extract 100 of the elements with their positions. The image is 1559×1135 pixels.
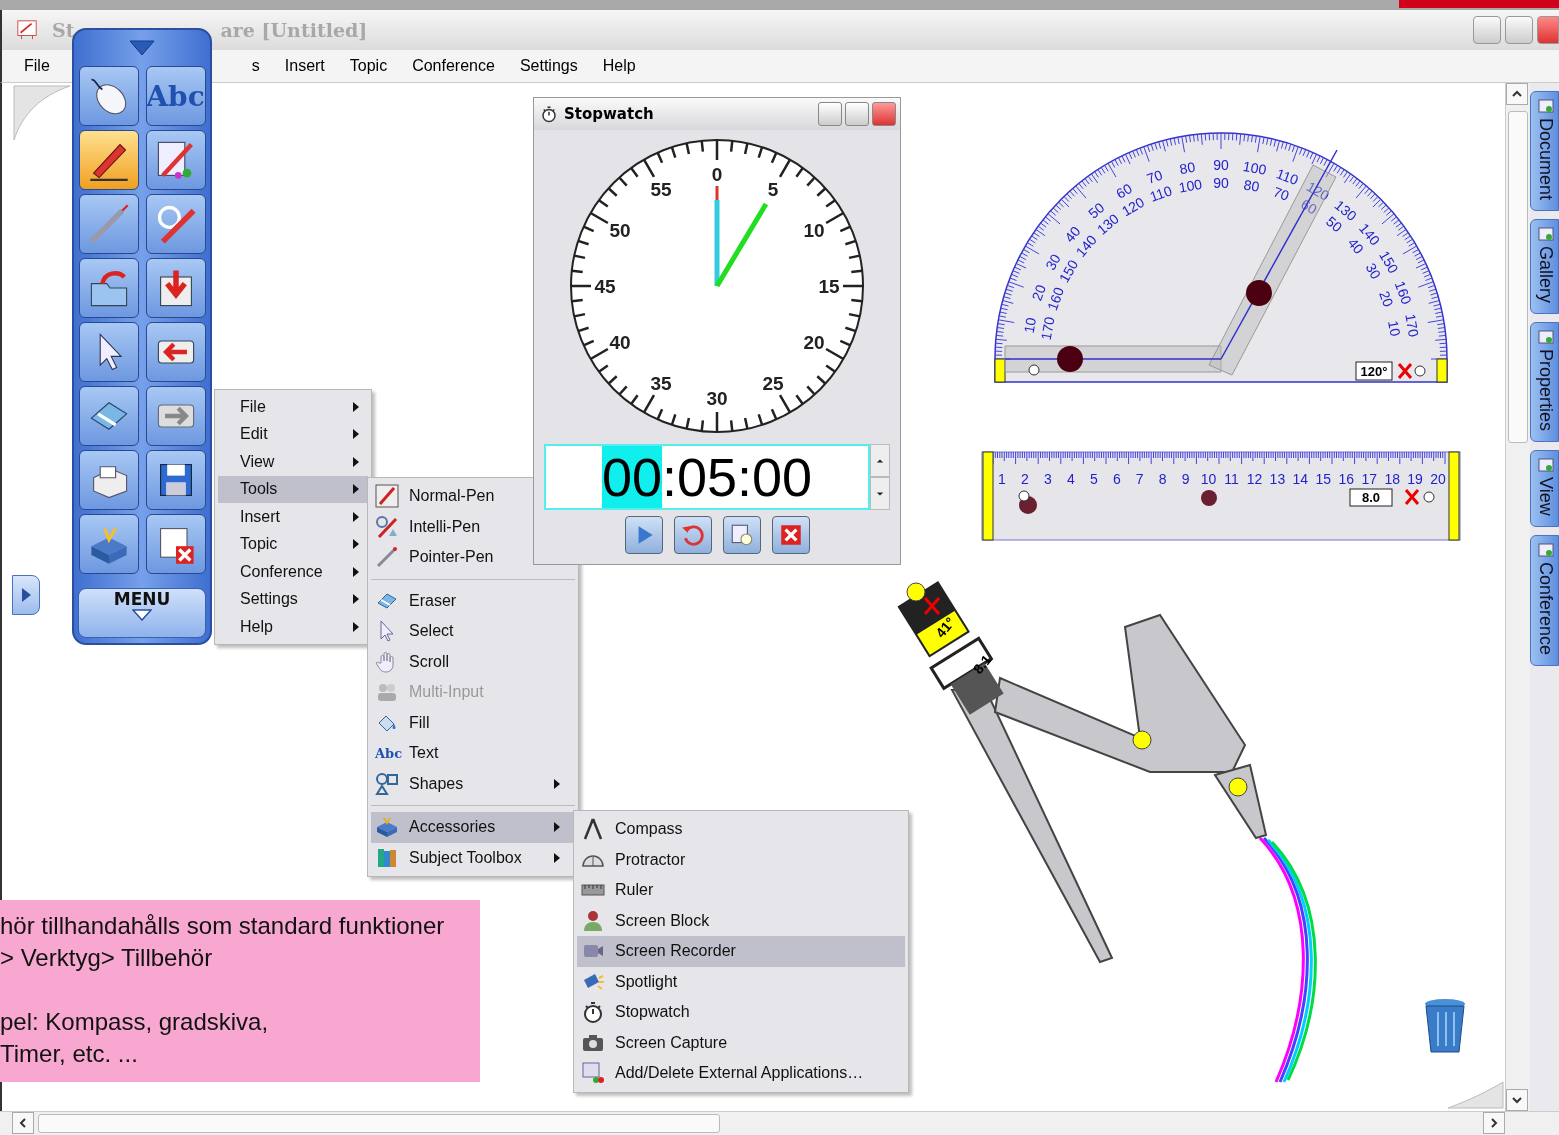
menu-item[interactable]: Edit	[218, 420, 368, 448]
maximize-button[interactable]	[845, 102, 869, 126]
menu-item[interactable]: Conference	[218, 558, 368, 586]
menu-item[interactable]: s	[239, 57, 272, 75]
menu-item[interactable]: Eraser	[371, 585, 575, 616]
tool-button[interactable]	[78, 66, 139, 126]
menu-item[interactable]: Stopwatch	[577, 997, 905, 1028]
menu-item[interactable]: Tools	[218, 475, 368, 503]
menu-item[interactable]: Shapes	[371, 768, 575, 799]
menu-button[interactable]: MENU	[78, 588, 206, 638]
menu-item[interactable]: Screen Block	[577, 905, 905, 936]
tool-button[interactable]	[145, 386, 206, 446]
tab-icon	[1537, 541, 1554, 558]
menu-item[interactable]: View	[218, 448, 368, 476]
sidebar-tab[interactable]: Gallery	[1530, 219, 1559, 315]
pivot-handle[interactable]	[1028, 364, 1040, 376]
close-icon[interactable]	[1397, 362, 1413, 380]
submenu-arrow-icon	[352, 565, 360, 578]
drag-handle[interactable]	[1201, 490, 1217, 506]
sidebar-tab[interactable]: Properties	[1530, 322, 1559, 443]
menu-item[interactable]: Subject Toolbox	[371, 842, 575, 873]
scale-number: 12	[1246, 471, 1263, 487]
menu-item[interactable]: Ruler	[577, 875, 905, 906]
close-icon[interactable]	[923, 596, 941, 616]
tool-button[interactable]	[78, 450, 139, 510]
reset-button[interactable]	[673, 516, 712, 554]
time-field[interactable]: 00:05:00	[544, 444, 870, 510]
drag-handle[interactable]	[1246, 280, 1272, 306]
pivot-handle[interactable]	[1018, 490, 1030, 502]
trash-can-icon[interactable]	[1425, 999, 1465, 1053]
menu-item[interactable]: Conference	[400, 57, 507, 75]
dial-number: 55	[650, 179, 672, 200]
menu-item[interactable]: Fill	[371, 707, 575, 738]
pen-shapes-icon	[375, 514, 399, 539]
menu-item[interactable]: Insert	[218, 503, 368, 531]
sidebar-tab[interactable]: View	[1530, 450, 1559, 527]
tool-button[interactable]	[145, 322, 206, 382]
scale-number: 2	[1021, 471, 1029, 487]
scale-number: 80	[1178, 158, 1197, 178]
menu-item[interactable]: Spotlight	[577, 966, 905, 997]
menu-item[interactable]: File	[218, 393, 368, 421]
tool-button[interactable]	[78, 130, 139, 190]
menu-item[interactable]: Help	[218, 613, 368, 641]
menu-item[interactable]: Compass	[577, 814, 905, 845]
submenu-arrow-icon	[352, 538, 360, 551]
drag-handle[interactable]	[1057, 346, 1083, 372]
tool-button[interactable]	[145, 514, 206, 574]
menu-item[interactable]: Settings	[507, 57, 590, 75]
expand-panel-button[interactable]	[12, 575, 40, 615]
minimize-button[interactable]	[818, 102, 842, 126]
close-button[interactable]	[771, 516, 810, 554]
end-handle[interactable]	[994, 358, 1006, 383]
app-icon	[16, 19, 38, 41]
scroll-thumb[interactable]	[38, 1114, 720, 1133]
minimize-button[interactable]	[1473, 16, 1501, 44]
menu-item[interactable]: Add/Delete External Applications…	[577, 1058, 905, 1089]
compass-drawing[interactable]	[897, 581, 1268, 964]
menu-item[interactable]: Insert	[272, 57, 337, 75]
menu-item[interactable]: Screen Recorder	[577, 936, 905, 967]
scale-number: 7	[1135, 471, 1144, 487]
settings-button[interactable]	[722, 516, 761, 554]
menu-item[interactable]: Select	[371, 616, 575, 647]
rotate-handle[interactable]	[1423, 491, 1435, 503]
restore-button[interactable]	[1505, 16, 1533, 44]
menu-item[interactable]: Protractor	[577, 844, 905, 875]
end-handle[interactable]	[1436, 358, 1448, 383]
close-icon[interactable]	[1404, 488, 1420, 506]
menu-item[interactable]: Settings	[218, 585, 368, 613]
tab-icon	[1537, 457, 1554, 474]
menu-item[interactable]: Topic	[337, 57, 400, 75]
play-button[interactable]	[624, 516, 663, 554]
tool-button[interactable]	[145, 450, 206, 510]
end-handle[interactable]	[1448, 451, 1460, 541]
scroll-down-button[interactable]	[1506, 1089, 1528, 1111]
window-title: are [Untitled]	[220, 19, 368, 41]
menu-item[interactable]: Abc Text	[371, 738, 575, 769]
menu-item[interactable]: File	[12, 57, 62, 75]
scroll-thumb[interactable]	[1508, 111, 1528, 443]
note-text: hör tillhandahålls som standard funktioner	[0, 911, 446, 941]
sidebar-tab[interactable]: Document	[1530, 91, 1559, 212]
menu-item[interactable]: Accessories	[371, 812, 575, 843]
tool-button[interactable]	[145, 194, 206, 254]
radius-reading: 8.1	[969, 651, 995, 677]
menu-item[interactable]: Topic	[218, 530, 368, 558]
end-handle[interactable]	[982, 451, 994, 541]
scroll-right-button[interactable]	[1483, 1112, 1505, 1134]
scale-number: 11	[1224, 471, 1239, 487]
menu-item[interactable]: Scroll	[371, 646, 575, 677]
scale-number: 90	[1213, 175, 1229, 191]
scale-number: 10	[1020, 316, 1040, 335]
tool-button[interactable]	[145, 130, 206, 190]
scale-number: 1	[998, 471, 1006, 487]
menu-item[interactable]: Screen Capture	[577, 1027, 905, 1058]
rotate-handle[interactable]	[1414, 365, 1426, 377]
tool-button[interactable]	[78, 322, 139, 382]
scroll-left-button[interactable]	[12, 1112, 34, 1134]
scroll-up-button[interactable]	[1506, 83, 1528, 105]
tool-button[interactable]	[145, 258, 206, 318]
menu-item[interactable]: Help	[590, 57, 648, 75]
sidebar-tab[interactable]: Conference	[1530, 534, 1559, 666]
